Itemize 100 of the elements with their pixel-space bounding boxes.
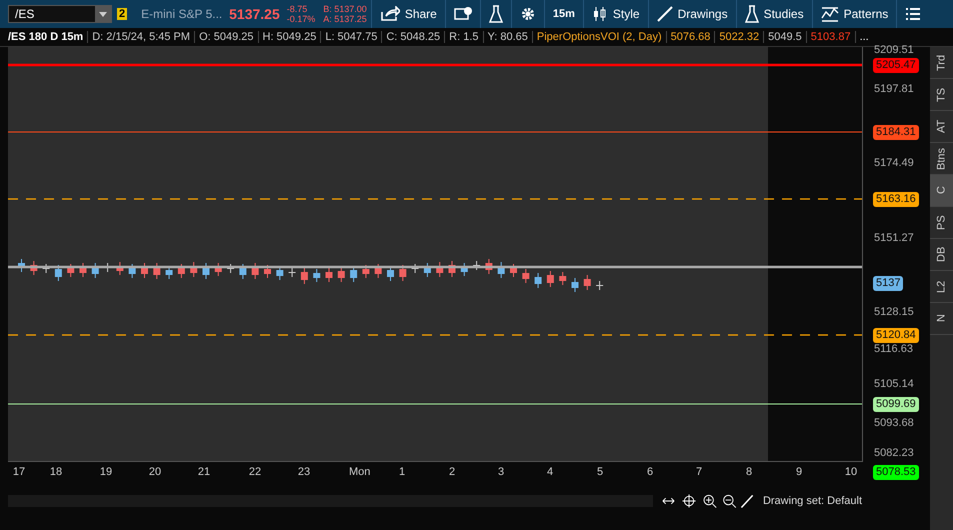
candle [227, 264, 234, 274]
candle [448, 260, 456, 278]
time-axis-label: 23 [296, 466, 312, 478]
symbol-description: E-mini S&P 5... [141, 7, 224, 21]
time-axis-label: 9 [794, 466, 804, 478]
price-tag: 5163.16 [873, 192, 919, 207]
candle [116, 262, 124, 276]
info-field: H: 5049.25 [258, 31, 320, 43]
time-axis-label: 18 [48, 466, 64, 478]
price-axis-label: 5105.14 [874, 378, 914, 390]
candle [202, 262, 210, 280]
side-tab[interactable]: C [930, 175, 953, 207]
price-axis-label: 5197.81 [874, 83, 914, 95]
info-field: O: 5049.25 [194, 31, 258, 43]
info-field: Y: 80.65 [482, 31, 532, 43]
price-axis-label: 5128.15 [874, 306, 914, 318]
candle [276, 266, 284, 280]
candle [18, 258, 25, 272]
candle [374, 264, 382, 278]
candle [534, 272, 542, 288]
info-field: 5103.87 [806, 31, 855, 43]
info-field: 5022.32 [714, 31, 764, 43]
price-axis-label: 5151.27 [874, 232, 914, 244]
time-axis-label: 10 [844, 466, 858, 478]
time-axis-label: 1 [398, 466, 406, 478]
info-field: C: 5048.25 [381, 31, 444, 43]
candle [141, 262, 148, 278]
candlestick-icon [592, 6, 608, 22]
candle [214, 262, 222, 276]
candle [178, 264, 185, 278]
ask-price: A: 5137.25 [323, 14, 367, 24]
info-field: L: 5047.75 [320, 31, 382, 43]
candle [460, 262, 468, 276]
monitor-icon [454, 6, 472, 22]
candle [584, 274, 591, 290]
candle [326, 268, 332, 282]
candle [128, 264, 136, 278]
candle [313, 268, 320, 282]
candle [153, 262, 160, 280]
candle [485, 258, 492, 274]
price-axis-label: 5082.23 [874, 447, 914, 459]
price-tag: 5099.69 [873, 397, 919, 412]
candle [54, 264, 62, 282]
flask-icon [488, 5, 503, 23]
price-axis-label: 5174.49 [874, 157, 914, 169]
share-icon [380, 6, 400, 22]
link-badge[interactable]: 2 [117, 8, 128, 20]
info-field: D: 2/15/24, 5:45 PM [87, 31, 194, 43]
time-axis-label: 4 [546, 466, 554, 478]
price-axis-label: 5209.51 [874, 44, 914, 56]
info-field: 5076.68 [666, 31, 714, 43]
time-axis-label: 22 [248, 466, 262, 478]
net-change: -8.75 [286, 4, 308, 14]
candle [473, 260, 480, 270]
flask-icon [744, 5, 759, 23]
candle [80, 262, 86, 278]
candle [239, 264, 246, 280]
price-tag: 5137 [873, 276, 904, 291]
candle [424, 262, 431, 278]
candle [596, 280, 604, 290]
candle [67, 264, 74, 278]
candle [387, 266, 394, 282]
candle [42, 264, 50, 274]
time-axis-label: 20 [148, 466, 162, 478]
candle [350, 266, 358, 282]
candle [288, 268, 296, 278]
chart-title: /ES 180 D 15m [7, 31, 84, 43]
symbol-field[interactable]: /ES [8, 5, 112, 23]
time-axis-label: 6 [646, 466, 654, 478]
pattern-chart-icon [820, 6, 839, 22]
candle [546, 270, 554, 288]
candle [362, 264, 370, 278]
candle [559, 272, 566, 286]
price-level-line[interactable] [8, 334, 862, 336]
zoom-tools-icon[interactable] [661, 492, 755, 510]
dropdown-icon[interactable] [95, 6, 111, 22]
pencil-line-icon [656, 6, 673, 22]
bid-price: B: 5137.00 [323, 4, 367, 14]
candle [412, 264, 419, 274]
price-level-line[interactable] [8, 198, 862, 200]
time-axis-label: 7 [694, 466, 704, 478]
time-axis-label: 3 [496, 466, 506, 478]
candle [522, 268, 530, 284]
price-axis-label: 5093.68 [874, 417, 914, 429]
last-price: 5137.25 [229, 6, 280, 22]
time-axis-label: 21 [196, 466, 212, 478]
candle [498, 262, 505, 278]
time-axis-label: 17 [12, 466, 26, 478]
candle [92, 262, 99, 278]
time-axis-label: Mon [349, 466, 369, 478]
candle [190, 262, 198, 278]
price-tag: 5078.53 [873, 465, 919, 480]
time-axis-label: 8 [744, 466, 754, 478]
time-axis-label: 5 [596, 466, 604, 478]
info-field: ... [854, 31, 873, 43]
info-field: PiperOptionsVOI (2, Day) [532, 31, 666, 43]
candle [572, 278, 578, 292]
candle [300, 268, 308, 284]
percent-change: -0.17% [286, 14, 316, 24]
drawing-set-label[interactable]: Drawing set: Default [762, 495, 862, 507]
